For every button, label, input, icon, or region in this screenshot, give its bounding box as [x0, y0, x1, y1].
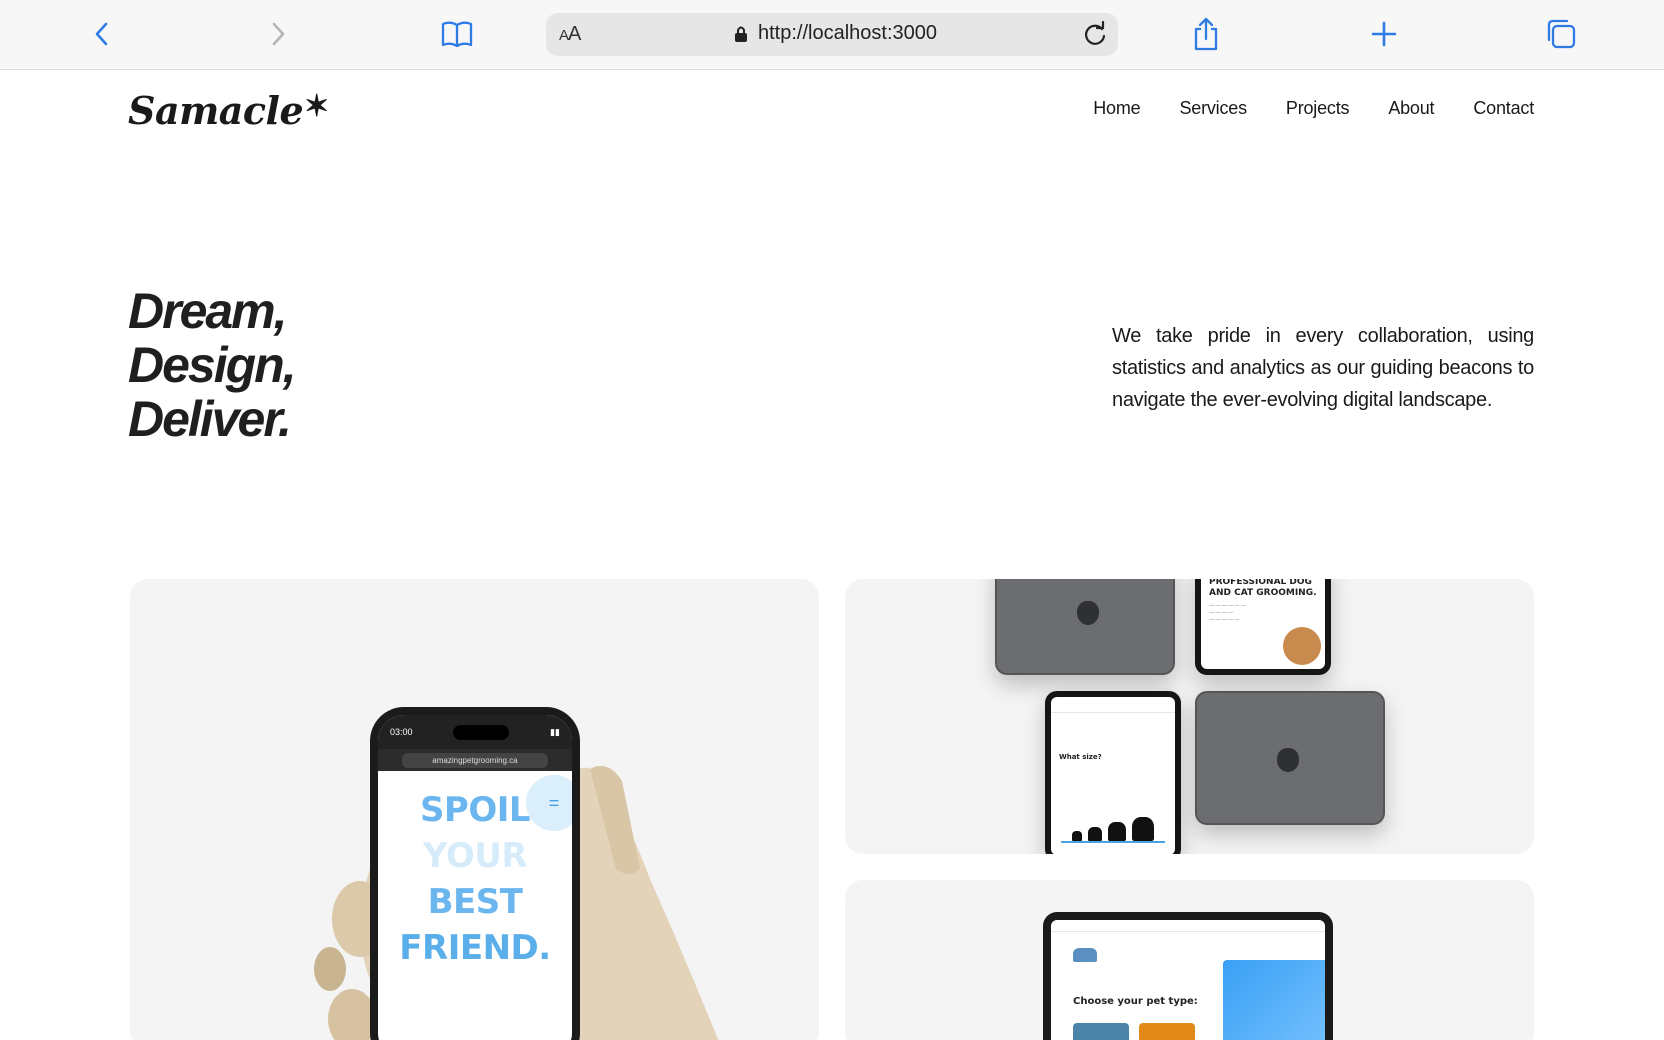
- hero-illustration: [1223, 960, 1325, 1040]
- phone-url: amazingpetgrooming.ca: [402, 752, 548, 768]
- tabs-overview-button[interactable]: [1541, 14, 1581, 54]
- headline-line: YOUR: [422, 836, 528, 876]
- address-bar[interactable]: AA http://localhost:3000: [546, 13, 1118, 56]
- pet-tile-dog: [1073, 1023, 1129, 1040]
- nav-services[interactable]: Services: [1179, 98, 1247, 119]
- hero-title-line: Dream,: [128, 283, 288, 339]
- site-logo-mini: [1073, 948, 1097, 962]
- reload-icon: [1084, 21, 1106, 45]
- project-card-tablets[interactable]: PROFESSIONAL DOG AND CAT GROOMING. — — —…: [845, 579, 1534, 854]
- back-button[interactable]: [82, 14, 122, 54]
- headline-line: FRIEND.: [399, 928, 551, 968]
- lock-icon: [735, 26, 747, 42]
- apple-logo-icon: [1077, 601, 1099, 625]
- plus-icon: [1371, 21, 1397, 47]
- tablet-headline: PROFESSIONAL DOG AND CAT GROOMING.: [1209, 579, 1317, 598]
- reload-button[interactable]: [1080, 19, 1110, 49]
- chevron-right-icon: [272, 22, 285, 46]
- hero-title-line: Design,: [128, 337, 297, 393]
- dynamic-island: [453, 724, 510, 740]
- tablet-body-text: — — — — — — — — — — — — — — —: [1209, 603, 1246, 623]
- share-icon: [1194, 17, 1218, 51]
- browser-toolbar: AA http://localhost:3000: [0, 0, 1664, 70]
- hero-title-line: Deliver.: [128, 391, 292, 447]
- reader-mode-button[interactable]: AA: [559, 23, 581, 46]
- bookmarks-button[interactable]: [437, 14, 477, 54]
- chevron-left-icon: [95, 22, 108, 46]
- laptop-heading: Choose your pet type:: [1073, 996, 1198, 1007]
- project-card-laptop[interactable]: Choose your pet type:: [845, 880, 1534, 1040]
- tablet-size-picker: What size?: [1045, 691, 1181, 854]
- main-nav: Home Services Projects About Contact: [1093, 98, 1534, 119]
- battery-icon: ▮▮: [550, 726, 560, 737]
- hero-title: Dream, Design, Deliver.: [128, 283, 297, 447]
- tablet-back-2: [1195, 691, 1385, 825]
- nav-contact[interactable]: Contact: [1473, 98, 1534, 119]
- nav-projects[interactable]: Projects: [1286, 98, 1350, 119]
- hero-description: We take pride in every collaboration, us…: [1112, 325, 1534, 411]
- tablet-back: [995, 579, 1175, 675]
- nav-home[interactable]: Home: [1093, 98, 1140, 119]
- phone-mockup: 03:00 ▮▮ amazingpetgrooming.ca SPOIL YOU…: [370, 707, 580, 1040]
- url-text: http://localhost:3000: [758, 22, 938, 44]
- site-logo[interactable]: Samacle✶: [128, 88, 329, 133]
- nav-about[interactable]: About: [1388, 98, 1434, 119]
- book-icon: [441, 21, 473, 48]
- headline-line: BEST: [427, 882, 523, 922]
- share-button[interactable]: [1186, 14, 1226, 54]
- forward-button[interactable]: [258, 14, 298, 54]
- new-tab-button[interactable]: [1364, 14, 1404, 54]
- apple-logo-icon: [1277, 748, 1299, 772]
- dog-size-icons: [1061, 813, 1165, 843]
- logo-text: Samacle: [128, 88, 304, 133]
- tablet-question: What size?: [1059, 753, 1102, 761]
- tabs-icon: [1547, 19, 1576, 49]
- laptop-mockup: Choose your pet type:: [1043, 912, 1333, 1040]
- tablet-front: PROFESSIONAL DOG AND CAT GROOMING. — — —…: [1195, 579, 1331, 675]
- dog-photo: [1283, 627, 1321, 665]
- pet-tile-cat: [1139, 1023, 1195, 1040]
- phone-status-time: 03:00: [390, 727, 413, 737]
- logo-star-icon: ✶: [304, 89, 329, 124]
- project-card-phone[interactable]: 03:00 ▮▮ amazingpetgrooming.ca SPOIL YOU…: [130, 579, 819, 1040]
